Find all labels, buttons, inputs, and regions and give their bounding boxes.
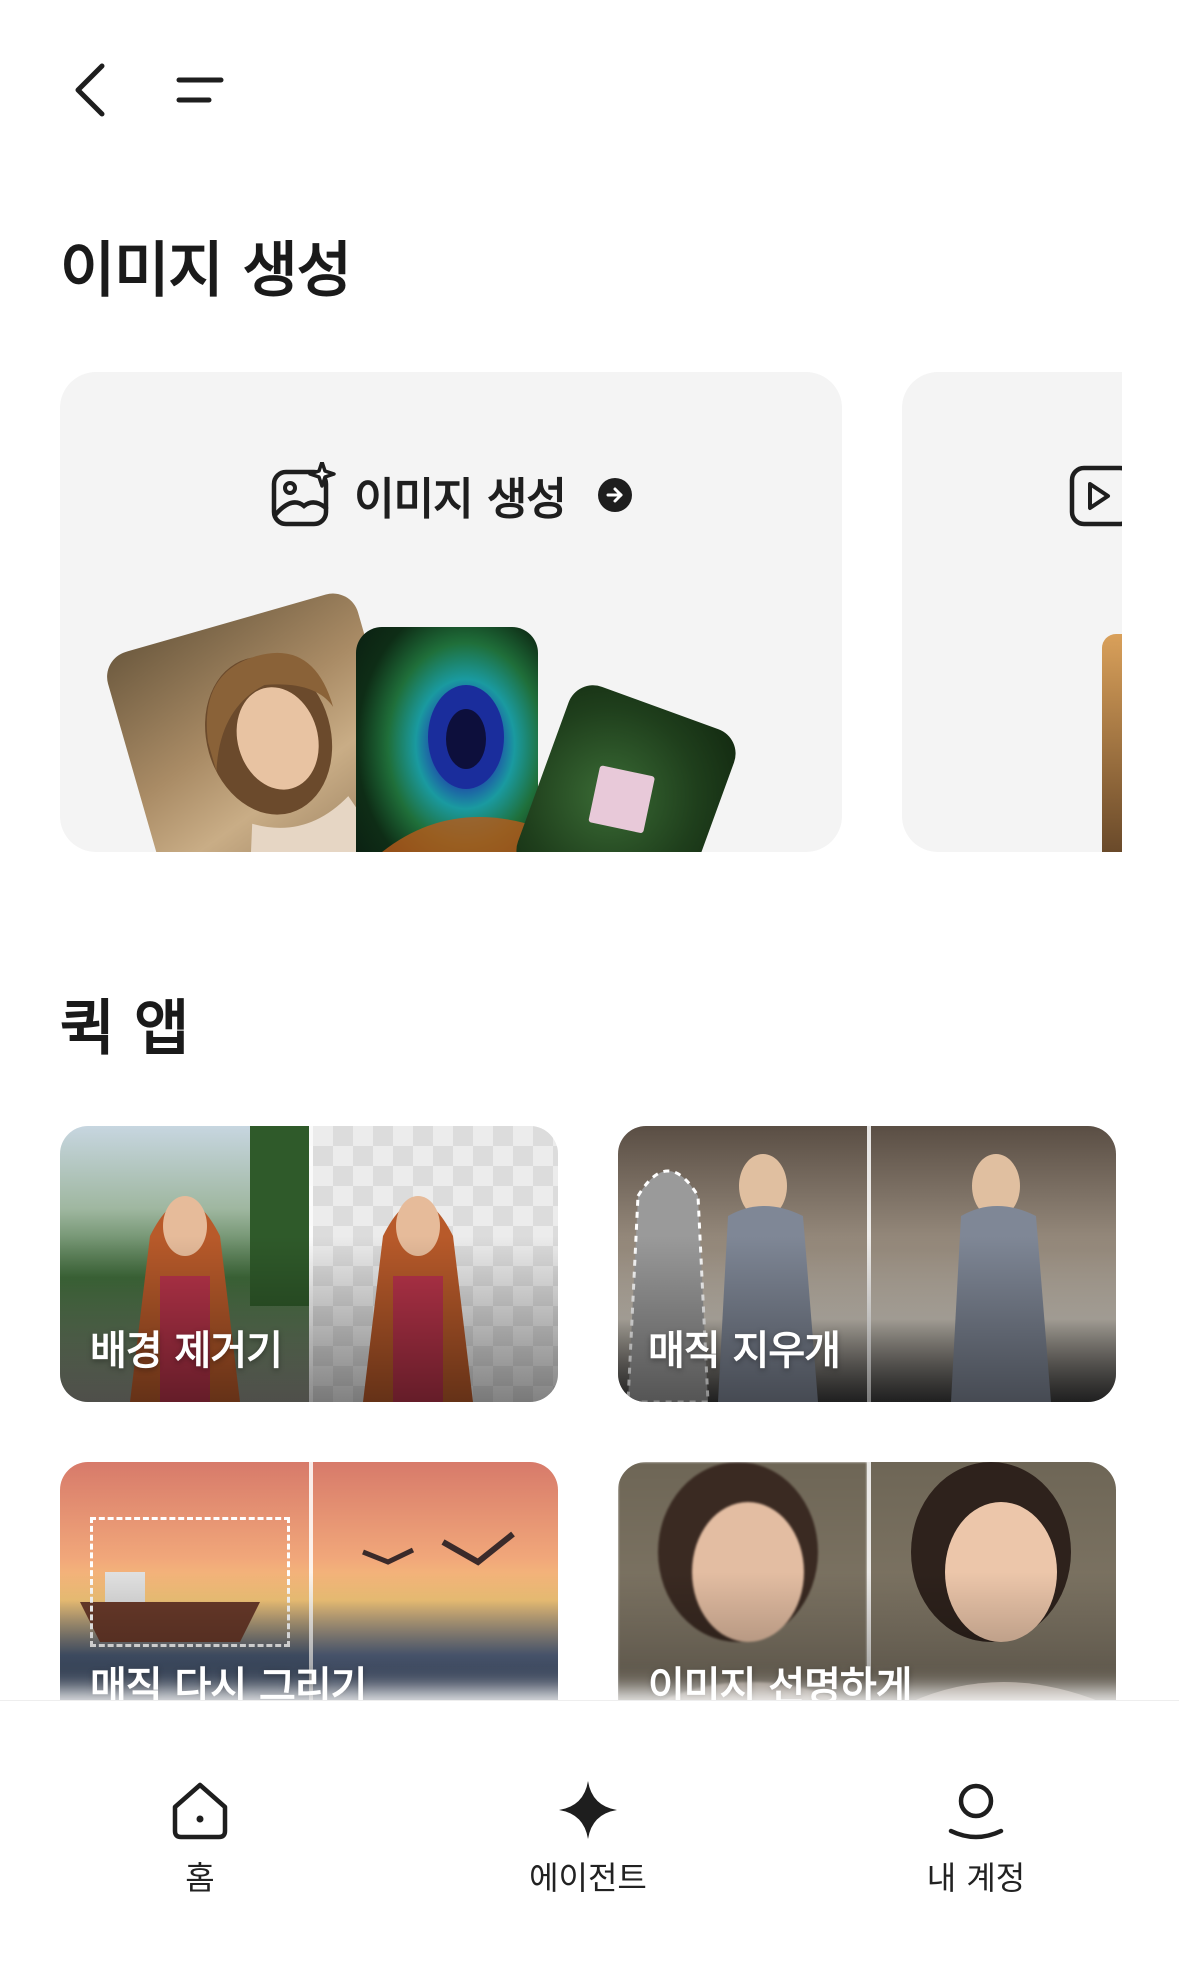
image-generation-card[interactable]: 이미지 생성 [60,372,842,852]
top-bar [0,0,1179,180]
nav-item-home[interactable]: 홈 [100,1779,300,1899]
user-icon [948,1783,1004,1840]
video-play-icon [1069,465,1122,527]
home-icon [172,1782,228,1840]
chevron-left-icon [75,63,105,117]
quick-apps-section-title: 퀵 앱 [60,994,189,1064]
image-generation-card-label: 이미지 생성 [354,474,567,525]
image-sparkle-icon [271,462,336,527]
quick-app-magic-eraser[interactable]: 매직 지우개 [618,1126,1116,1402]
nav-item-account[interactable]: 내 계정 [876,1779,1076,1899]
quick-app-label: 배경 제거기 [90,1328,283,1374]
back-button[interactable] [60,55,120,125]
video-sample-image [1102,634,1122,852]
quick-app-magic-redraw[interactable]: 매직 다시 그리기 [60,1462,558,1738]
quick-app-label: 매직 지우개 [648,1328,841,1374]
sparkle-icon [559,1781,617,1839]
quick-app-remove-background[interactable]: 배경 제거기 [60,1126,558,1402]
video-generation-card[interactable] [902,372,1122,852]
nav-label: 내 계정 [926,1859,1026,1897]
image-generation-card-header: 이미지 생성 [60,462,842,528]
sample-note-image [509,677,743,852]
sample-peacock-image [356,627,538,852]
nav-label: 홈 [185,1859,215,1897]
image-generation-section-title: 이미지 생성 [60,236,352,306]
nav-label: 에이전트 [529,1859,647,1897]
quick-app-sharpen-image[interactable]: 이미지 선명하게 [618,1462,1116,1738]
menu-icon [176,77,224,103]
arrow-right-circle-icon [597,478,632,512]
menu-button[interactable] [165,60,235,120]
bottom-navigation: 홈 에이전트 내 계정 [0,1700,1179,1966]
nav-item-agent[interactable]: 에이전트 [488,1779,688,1899]
note-paper [588,765,656,834]
